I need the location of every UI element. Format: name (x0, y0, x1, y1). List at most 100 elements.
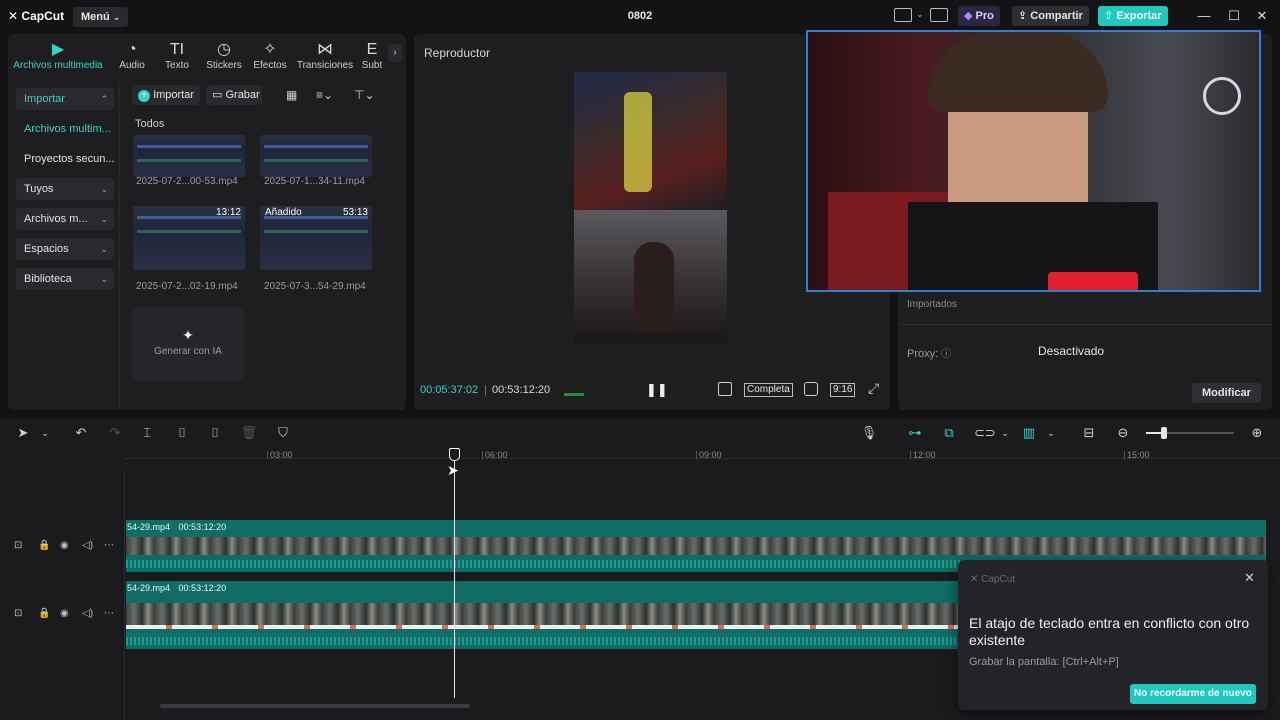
eye-icon[interactable]: ◉ (60, 608, 69, 619)
sidebar-item-label: Importar (24, 93, 65, 105)
cover-icon[interactable]: ⊡ (14, 608, 22, 619)
shortcuts-icon[interactable] (930, 8, 948, 22)
sidebar-item-label: Archivos m... (24, 213, 88, 225)
microphone-icon[interactable]: 🎙 (860, 424, 878, 442)
tab-subtitles[interactable]: E Subt (358, 40, 386, 71)
media-thumb[interactable] (133, 135, 245, 177)
subtitles-icon: E (366, 41, 378, 58)
fit-timeline-icon[interactable]: ⊟ (1080, 424, 1098, 442)
sidebar-item-sub-projects[interactable]: Proyectos secun... (16, 148, 114, 170)
tab-stickers[interactable]: ◷ Stickers (203, 40, 245, 71)
sidebar-item-spaces[interactable]: Espacios ⌄ (16, 238, 114, 260)
filter-icon[interactable]: ⊤⌄ (354, 88, 375, 102)
shortcut-conflict-toast: ✕ CapCut ✕ El atajo de teclado entra en … (958, 560, 1268, 710)
zoom-slider-handle[interactable] (1161, 427, 1167, 439)
modify-button[interactable]: Modificar (1192, 383, 1261, 403)
maximize-icon[interactable]: ☐ (1226, 8, 1242, 24)
minimize-icon[interactable]: — (1196, 8, 1212, 24)
tab-effects-label: Efectos (253, 60, 287, 71)
export-button[interactable]: ⇧ Exportar (1098, 6, 1168, 26)
volume-icon[interactable]: ◁) (82, 608, 93, 619)
split-right-icon[interactable]: ⌷ (206, 424, 224, 442)
tab-effects[interactable]: ✧ Efectos (251, 40, 289, 71)
dont-remind-button[interactable]: No recordarme de nuevo (1130, 684, 1256, 704)
tab-media[interactable]: ▶ Archivos multimedia (10, 40, 106, 71)
grid-view-icon[interactable]: ▦ (286, 88, 297, 102)
link-clips-icon[interactable]: ⊂⊃ (974, 424, 996, 442)
preview-axis-icon[interactable]: ▥ (1020, 424, 1038, 442)
more-icon[interactable]: ⋯ (104, 608, 114, 619)
chevron-right-icon[interactable]: › (388, 44, 402, 62)
chevron-down-icon[interactable]: ⌄ (1042, 424, 1060, 442)
zoom-in-icon[interactable]: ⊕ (1248, 424, 1266, 442)
tiktok-icon[interactable] (718, 382, 732, 396)
sidebar-item-media-archive[interactable]: Archivos m... ⌄ (16, 208, 114, 230)
close-icon[interactable]: ✕ (1254, 8, 1270, 24)
chevron-down-icon[interactable]: ⌄ (996, 424, 1014, 442)
record-button[interactable]: ▭ Grabar (206, 85, 262, 105)
split-left-icon[interactable]: ⌷ (173, 424, 191, 442)
redo-icon[interactable]: ↷ (106, 424, 124, 442)
proxy-label-text: Proxy: (907, 348, 939, 360)
pause-icon[interactable]: ❚❚ (646, 382, 668, 398)
more-icon[interactable]: ⋯ (104, 540, 114, 551)
audio-meter-icon (564, 384, 584, 396)
camera-icon: ▭ (212, 89, 223, 101)
video-preview[interactable] (574, 72, 727, 344)
capcut-small-icon: ✕ (970, 574, 979, 585)
pro-button[interactable]: ◆ Pro (958, 6, 1000, 26)
magnet-icon[interactable]: ⧉ (940, 424, 958, 442)
marker-icon[interactable]: ⛉ (274, 424, 292, 442)
sticker-icon: ◷ (217, 41, 231, 58)
sidebar-item-label: Archivos multim... (24, 123, 111, 135)
cover-icon[interactable]: ⊡ (14, 540, 22, 551)
tab-transitions[interactable]: ⋈ Transiciones (296, 40, 354, 71)
share-label: Compartir (1030, 10, 1083, 22)
info-icon: ⓘ (941, 349, 952, 360)
select-tool-icon[interactable]: ➤ (14, 424, 32, 442)
fullscreen-icon[interactable]: ⤢ (868, 380, 879, 397)
playhead[interactable] (454, 452, 455, 698)
full-quality-button[interactable]: Completa (744, 383, 793, 397)
tab-audio[interactable]: ◔ Audio (114, 40, 150, 71)
sidebar-item-library[interactable]: Biblioteca ⌄ (16, 268, 114, 290)
media-thumb[interactable]: 13:12 (133, 206, 245, 270)
sidebar-item-import[interactable]: Importar ⌃ (16, 88, 114, 110)
chevron-down-icon: ⌄ (112, 12, 121, 22)
tab-audio-label: Audio (119, 60, 145, 71)
tab-text[interactable]: TI Texto (159, 40, 195, 71)
track-header: ⊡ 🔒 ◉ ◁) ⋯ (0, 516, 124, 578)
media-thumb[interactable] (260, 135, 372, 177)
playhead-handle[interactable] (449, 448, 460, 461)
current-time: 00:05:37:02 (420, 384, 479, 396)
import-button[interactable]: + Importar (132, 85, 201, 105)
share-button[interactable]: ⇪ Compartir (1012, 6, 1089, 26)
zoom-out-icon[interactable]: ⊖ (1114, 424, 1132, 442)
undo-icon[interactable]: ↶ (72, 424, 90, 442)
zoom-slider[interactable] (1146, 427, 1234, 439)
chevron-down-icon[interactable]: ⌄ (916, 9, 924, 20)
aspect-ratio-button[interactable]: 9:16 (830, 383, 856, 397)
fit-icon[interactable] (804, 382, 818, 396)
volume-icon[interactable]: ◁) (82, 540, 93, 551)
horizontal-scrollbar[interactable] (160, 704, 470, 708)
layout-icon[interactable] (894, 8, 912, 22)
lock-icon[interactable]: 🔒 (38, 540, 50, 551)
clip-name: 54-29.mp4 (127, 522, 171, 532)
chevron-down-icon[interactable]: ⌄ (36, 424, 54, 442)
sidebar-item-media-files[interactable]: Archivos multim... (16, 118, 114, 140)
lock-icon[interactable]: 🔒 (38, 608, 50, 619)
media-thumb-name: 2025-07-3...54-29.mp4 (264, 281, 366, 292)
link-icon[interactable]: ⊶ (906, 424, 924, 442)
chevron-down-icon: ⌄ (100, 184, 108, 194)
sort-icon[interactable]: ≡⌄ (316, 88, 333, 102)
menu-button[interactable]: Menú ⌄ (73, 7, 129, 27)
eye-icon[interactable]: ◉ (60, 540, 69, 551)
sidebar-item-yours[interactable]: Tuyos ⌄ (16, 178, 114, 200)
ai-generate-button[interactable]: ✦ Generar con IA (132, 307, 244, 381)
delete-icon[interactable]: 🗑 (240, 424, 258, 442)
split-icon[interactable]: ⌶ (138, 424, 156, 442)
media-thumb[interactable]: Añadido 53:13 (260, 206, 372, 270)
close-icon[interactable]: ✕ (1244, 570, 1255, 586)
media-thumb-duration: 53:13 (342, 207, 368, 218)
